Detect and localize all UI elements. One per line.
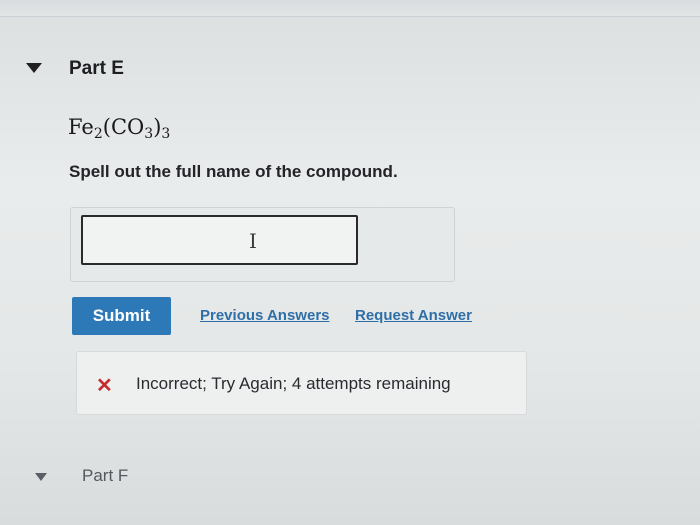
answer-input[interactable] xyxy=(81,215,358,265)
expand-caret-icon[interactable] xyxy=(35,473,47,481)
formula-subscript: 3 xyxy=(161,126,171,142)
part-f-title[interactable]: Part F xyxy=(82,466,128,486)
part-e-title[interactable]: Part E xyxy=(69,58,124,80)
formula-group: (CO xyxy=(102,115,145,139)
formula-subscript: 3 xyxy=(144,126,154,142)
question-prompt: Spell out the full name of the compound. xyxy=(69,162,398,181)
incorrect-x-icon: ✕ xyxy=(96,375,113,397)
text-cursor-icon: I xyxy=(249,229,257,253)
submit-button[interactable]: Submit xyxy=(72,297,171,335)
collapse-caret-icon[interactable] xyxy=(26,63,42,73)
chemical-formula: Fe2(CO3)3 xyxy=(68,115,170,142)
top-divider xyxy=(0,0,700,17)
formula-subscript: 2 xyxy=(93,126,103,142)
formula-element: Fe xyxy=(68,115,94,139)
feedback-message: Incorrect; Try Again; 4 attempts remaini… xyxy=(136,374,451,393)
previous-answers-link[interactable]: Previous Answers xyxy=(200,307,330,324)
request-answer-link[interactable]: Request Answer xyxy=(355,307,472,324)
